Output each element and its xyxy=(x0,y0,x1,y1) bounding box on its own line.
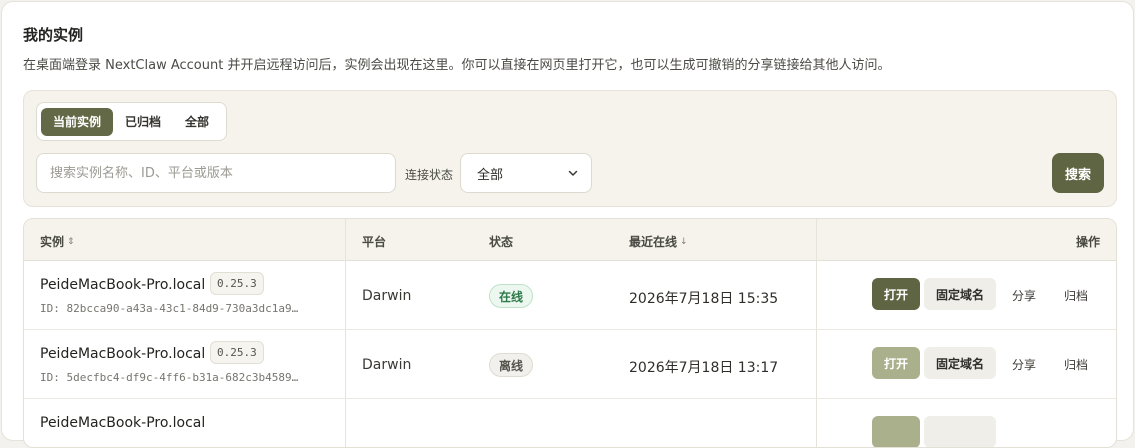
open-button[interactable] xyxy=(872,416,920,447)
platform: Darwin xyxy=(362,288,412,304)
column-platform-label: 平台 xyxy=(362,235,387,249)
table-header: 实例 ⇕ 平台 状态 最近在线 ↓ 操作 xyxy=(24,219,1116,261)
column-instance[interactable]: 实例 ⇕ xyxy=(40,233,75,250)
platform: Darwin xyxy=(362,357,412,373)
status-badge: 在线 xyxy=(489,284,534,308)
sort-both-icon: ⇕ xyxy=(67,236,75,247)
share-button[interactable]: 分享 xyxy=(1012,356,1036,373)
instances-card: 我的实例 在桌面端登录 NextClaw Account 并开启远程访问后，实例… xyxy=(1,1,1134,448)
table-row: PeideMacBook-Pro.local 0.25.3 ID: 5decfb… xyxy=(24,330,1116,399)
archive-button[interactable]: 归档 xyxy=(1064,356,1088,373)
version-badge: 0.25.3 xyxy=(210,341,264,364)
tab-all[interactable]: 全部 xyxy=(173,108,221,136)
instance-name: PeideMacBook-Pro.local xyxy=(40,415,206,431)
fixed-domain-button[interactable] xyxy=(924,416,996,447)
connection-status-select[interactable]: 全部 xyxy=(460,153,592,193)
page-title: 我的实例 xyxy=(23,26,84,44)
column-actions-label: 操作 xyxy=(1076,235,1101,249)
instance-id: ID: 5decfbc4-df9c-4ff6-b31a-682c3b4589… xyxy=(40,371,299,384)
archive-button[interactable]: 归档 xyxy=(1064,287,1088,304)
instance-name: PeideMacBook-Pro.local xyxy=(40,277,206,293)
last-online: 2026年7月18日 15:35 xyxy=(629,291,779,307)
table-row: PeideMacBook-Pro.local xyxy=(24,399,1116,447)
open-button[interactable]: 打开 xyxy=(872,278,920,310)
tab-archived[interactable]: 已归档 xyxy=(113,108,173,136)
column-last-online-label: 最近在线 xyxy=(629,235,678,249)
connection-status-value: 全部 xyxy=(477,167,504,183)
search-input[interactable] xyxy=(36,153,396,193)
share-button[interactable]: 分享 xyxy=(1012,287,1036,304)
connection-status-label: 连接状态 xyxy=(405,168,454,182)
page-description: 在桌面端登录 NextClaw Account 并开启远程访问后，实例会出现在这… xyxy=(23,58,891,73)
open-button[interactable]: 打开 xyxy=(872,347,920,379)
column-status-label: 状态 xyxy=(489,235,514,249)
column-last-online[interactable]: 最近在线 ↓ xyxy=(629,233,688,250)
chevron-down-icon xyxy=(568,170,578,176)
last-online: 2026年7月18日 13:17 xyxy=(629,360,779,376)
table-row: PeideMacBook-Pro.local 0.25.3 ID: 82bcca… xyxy=(24,261,1116,330)
instance-id: ID: 82bcca90-a43a-43c1-84d9-730a3dc1a9… xyxy=(40,302,299,315)
view-segmented-control: 当前实例 已归档 全部 xyxy=(36,102,227,141)
status-badge: 离线 xyxy=(489,353,534,377)
column-status: 状态 xyxy=(489,233,513,250)
column-instance-label: 实例 xyxy=(40,235,65,249)
column-actions: 操作 xyxy=(1076,233,1100,250)
column-platform: 平台 xyxy=(362,233,386,250)
arrow-down-icon: ↓ xyxy=(680,236,688,247)
instance-name: PeideMacBook-Pro.local xyxy=(40,346,206,362)
version-badge: 0.25.3 xyxy=(210,272,264,295)
search-button[interactable]: 搜索 xyxy=(1052,153,1104,193)
fixed-domain-button[interactable]: 固定域名 xyxy=(924,347,996,379)
tab-current-instances[interactable]: 当前实例 xyxy=(41,107,114,136)
fixed-domain-button[interactable]: 固定域名 xyxy=(924,278,996,310)
filter-panel: 当前实例 已归档 全部 连接状态 全部 搜索 xyxy=(23,90,1117,207)
instances-table: 实例 ⇕ 平台 状态 最近在线 ↓ 操作 PeideMacBook-Pro.lo… xyxy=(23,218,1117,448)
